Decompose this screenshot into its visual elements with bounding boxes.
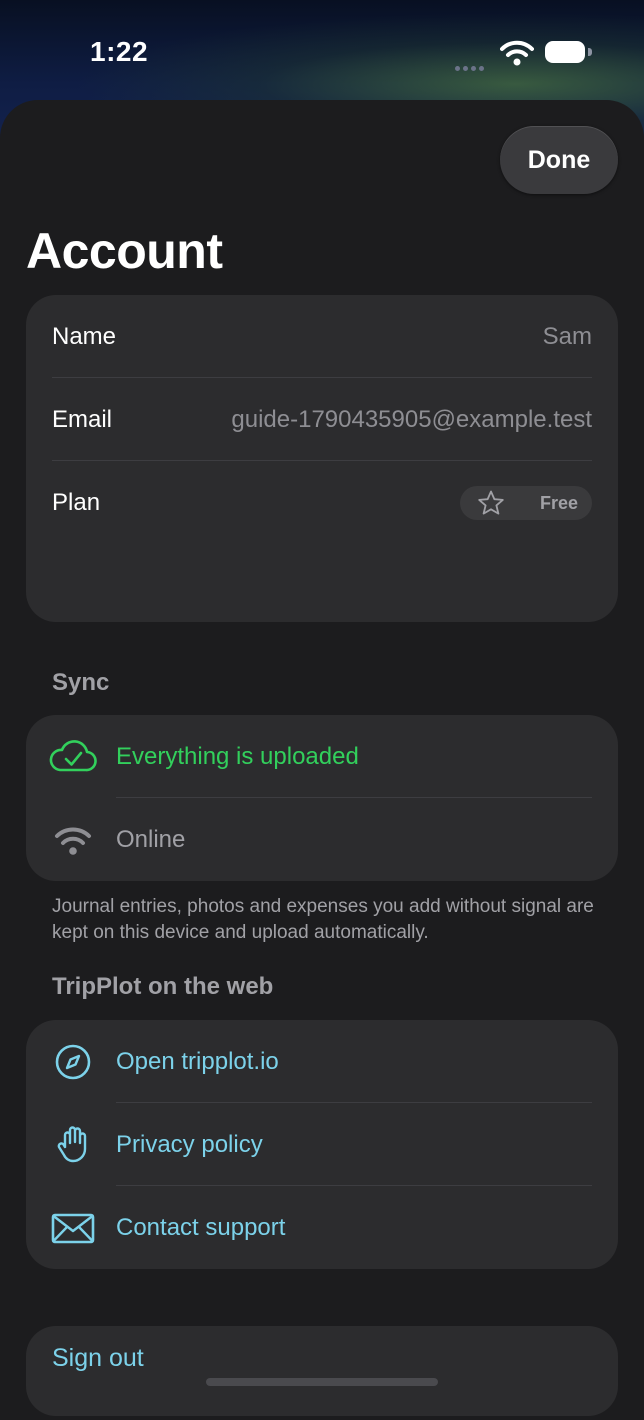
- plan-badge: Free: [460, 486, 592, 520]
- email-value: guide-1790435905@example.test: [231, 406, 592, 433]
- home-indicator[interactable]: [206, 1378, 438, 1386]
- cloud-check-icon: [49, 740, 97, 772]
- connection-text: Online: [116, 826, 186, 853]
- plan-row: Plan Free: [26, 461, 618, 544]
- plan-label: Plan: [52, 489, 101, 516]
- email-row: Email guide-1790435905@example.test: [26, 378, 618, 461]
- sync-footnote: Journal entries, photos and expenses you…: [52, 896, 594, 943]
- status-time: 1:22: [90, 36, 149, 67]
- wifi-icon: [55, 827, 91, 855]
- connection-row: Online: [26, 798, 618, 881]
- sign-out-button[interactable]: Sign out: [52, 1344, 144, 1373]
- signal-dots-icon: [455, 58, 491, 71]
- plan-value: Free: [539, 493, 578, 513]
- open-website-row[interactable]: Open tripplot.io: [26, 1020, 618, 1103]
- account-card: Name Sam Email guide-1790435905@example.…: [26, 295, 618, 622]
- email-label: Email: [52, 406, 113, 433]
- status-bar: 1:22: [0, 0, 644, 100]
- web-card: Open tripplot.io Privacy policy Contact …: [26, 1020, 618, 1269]
- sync-status-row: Everything is uploaded: [26, 715, 618, 798]
- name-row: Name Sam: [26, 295, 618, 378]
- envelope-icon: [51, 1213, 95, 1244]
- name-label: Name: [52, 323, 117, 350]
- name-value: Sam: [542, 323, 592, 350]
- privacy-policy-link[interactable]: Privacy policy: [116, 1103, 263, 1186]
- sign-out-card[interactable]: Sign out: [26, 1326, 618, 1416]
- contact-support-link[interactable]: Contact support: [116, 1186, 285, 1269]
- hand-icon: [57, 1126, 87, 1163]
- contact-support-row[interactable]: Contact support: [26, 1186, 618, 1269]
- sync-status-text: Everything is uploaded: [116, 743, 359, 770]
- battery-tip: [588, 48, 592, 56]
- open-website-link[interactable]: Open tripplot.io: [116, 1020, 279, 1103]
- web-section-title: TripPlot on the web: [52, 973, 274, 1000]
- battery-icon: [545, 41, 585, 63]
- star-icon: [478, 490, 504, 515]
- done-button[interactable]: Done: [500, 126, 618, 194]
- wifi-icon: [500, 40, 534, 66]
- privacy-policy-row[interactable]: Privacy policy: [26, 1103, 618, 1186]
- sync-card: Everything is uploaded Online: [26, 715, 618, 881]
- compass-icon: [55, 1044, 91, 1080]
- sync-section-title: Sync: [52, 669, 110, 696]
- page-title: Account: [26, 223, 223, 279]
